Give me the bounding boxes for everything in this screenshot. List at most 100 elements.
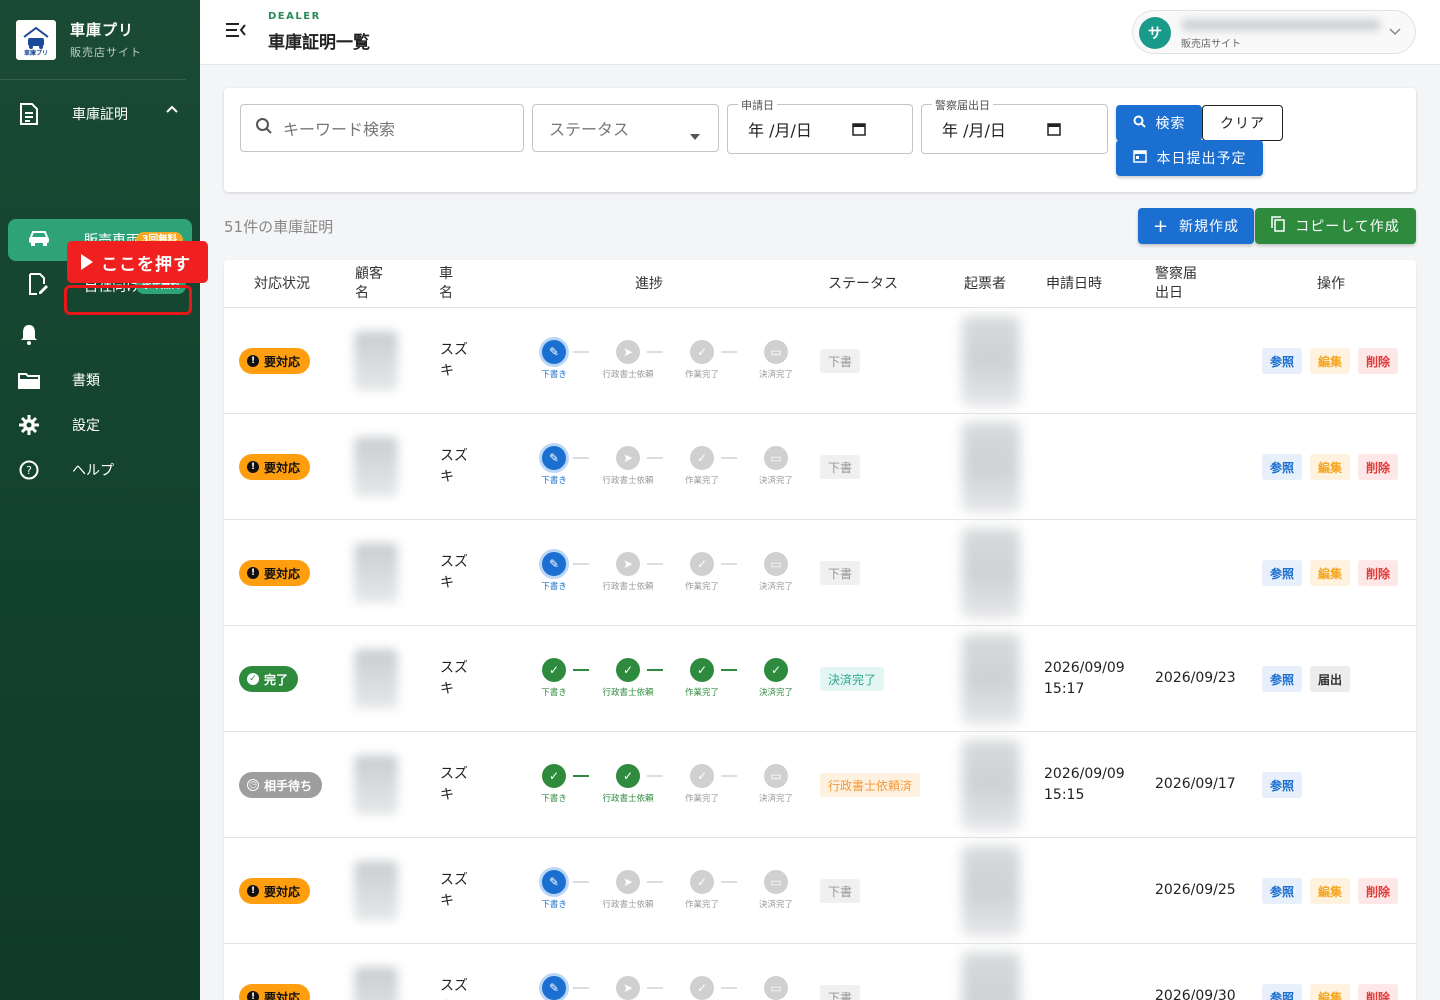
police-date-input[interactable]: 警察届出日 年 /月/日 [921, 97, 1108, 154]
svg-text:車庫プリ: 車庫プリ [24, 49, 48, 57]
progress-step: ▭決済完了 [741, 870, 811, 910]
progress-step: ✓作業完了 [667, 658, 737, 698]
top-header: DEALER 車庫証明一覧 サ 販売店サイト [200, 0, 1440, 65]
delete-button[interactable]: 削除 [1358, 984, 1399, 1000]
step-icon: ▭ [764, 340, 788, 364]
view-button[interactable]: 参照 [1262, 772, 1303, 798]
filter-panel: キーワード検索 ステータス 申請日 年 /月/日 警察届出日 年 /月/日 検索… [224, 88, 1416, 192]
col-header-response: 対応状況 [254, 275, 310, 292]
keyword-search-input[interactable]: キーワード検索 [240, 104, 524, 152]
table-row: ✓ 完了 スズキ ✓ 下書き ✓ 行政書士依頼 ✓ 作業完了 ✓ 決済完了 決済完了 2026/09/0… [224, 626, 1416, 732]
gear-icon [18, 414, 40, 436]
menu-collapse-icon[interactable] [226, 22, 246, 43]
col-header-apply-datetime: 申請日時 [1046, 275, 1102, 292]
step-icon: ✓ [690, 870, 714, 894]
view-button[interactable]: 参照 [1262, 666, 1303, 692]
step-connector [647, 775, 663, 777]
sidebar-item-help[interactable]: ? ヘルプ [0, 450, 200, 490]
chevron-up-icon[interactable] [166, 104, 178, 120]
user-menu[interactable]: サ 販売店サイト [1132, 10, 1416, 54]
step-icon: ✓ [542, 764, 566, 788]
car-name: スズキ [440, 766, 468, 803]
creator-redacted [962, 952, 1020, 1000]
progress-stepper: ✓ 下書き ✓ 行政書士依頼 ✓ 作業完了 ✓ 決済完了 [519, 658, 793, 698]
table-row: !要対応 スズキ ✎下書き➤行政書士依頼✓作業完了▭決済完了 下書 2026/09/30… [224, 944, 1416, 1000]
view-button[interactable]: 参照 [1262, 560, 1303, 586]
edit-document-icon [28, 273, 48, 299]
status-badge: 下書 [820, 879, 861, 903]
table-row: ! 要対応 スズキ ✎ 下書き ➤ 行政書士依頼 ✓ 作業完了 ▭ 決済完了 下書 参照 編集 削除 [224, 414, 1416, 520]
today-submission-button[interactable]: 本日提出予定 [1116, 140, 1263, 176]
progress-stepper: ✎下書き➤行政書士依頼✓作業完了▭決済完了 [519, 870, 793, 910]
step-icon: ➤ [616, 552, 640, 576]
view-button[interactable]: 参照 [1262, 348, 1303, 374]
step-connector [721, 563, 737, 565]
dropdown-arrow-icon [690, 125, 700, 144]
progress-step: ✎下書き [519, 446, 589, 486]
customer-name-redacted [354, 861, 398, 921]
delete-button[interactable]: 削除 [1358, 878, 1399, 904]
sidebar-item-documents[interactable]: 書類 [0, 360, 200, 400]
step-connector [573, 563, 589, 565]
status-badge: 下書 [820, 349, 861, 373]
edit-button[interactable]: 編集 [1310, 984, 1351, 1000]
sidebar-item-garage-cert[interactable]: 車庫証明 [0, 94, 200, 134]
clear-button[interactable]: クリア [1202, 105, 1283, 141]
chevron-down-icon [1389, 25, 1401, 40]
edit-button[interactable]: 編集 [1310, 348, 1351, 374]
view-button[interactable]: 参照 [1262, 454, 1303, 480]
delete-button[interactable]: 削除 [1358, 560, 1399, 586]
view-button[interactable]: 参照 [1262, 984, 1303, 1000]
step-connector [573, 351, 589, 353]
play-icon [81, 254, 93, 270]
response-status-pill: ! 要対応 [239, 454, 311, 480]
delete-button[interactable]: 削除 [1358, 348, 1399, 374]
result-count: 51件の車庫証明 [224, 218, 334, 236]
progress-stepper: ✎下書き➤行政書士依頼✓作業完了▭決済完了 [519, 552, 793, 592]
search-icon [255, 117, 273, 139]
step-connector [647, 669, 663, 671]
step-connector [573, 987, 589, 989]
customer-name-redacted [354, 437, 398, 497]
user-name-redacted [1181, 19, 1381, 31]
documents-highlight-box [64, 285, 192, 315]
status-dot-icon: ! [247, 991, 259, 1000]
progress-step: ✓ 決済完了 [741, 658, 811, 698]
response-status-pill: ! 要対応 [239, 984, 311, 1000]
edit-button[interactable]: 編集 [1310, 878, 1351, 904]
car-name: スズキ [440, 342, 468, 379]
step-icon: ✓ [690, 764, 714, 788]
breadcrumb: DEALER [268, 11, 321, 22]
search-button[interactable]: 検索 [1116, 105, 1202, 141]
car-name: スズキ [440, 554, 468, 591]
submit-button[interactable]: 届出 [1310, 666, 1351, 692]
table-row: ◷ 相手待ち スズキ ✓ 下書き ✓ 行政書士依頼 ✓ 作業完了 ▭ 決済完了 行政書士依頼済 2026… [224, 732, 1416, 838]
sidebar-item-settings[interactable]: 設定 [0, 405, 200, 445]
calendar-icon[interactable] [852, 121, 866, 140]
apply-date-input[interactable]: 申請日 年 /月/日 [727, 97, 913, 154]
avatar: サ [1139, 17, 1171, 49]
svg-text:?: ? [26, 464, 32, 477]
brand[interactable]: 車庫プリ 車庫プリ 販売店サイト [0, 0, 186, 80]
edit-button[interactable]: 編集 [1310, 454, 1351, 480]
step-connector [721, 669, 737, 671]
calendar-icon[interactable] [1047, 121, 1061, 140]
status-select[interactable]: ステータス [532, 104, 719, 152]
progress-step: ▭決済完了 [741, 446, 811, 486]
status-dot-icon: ◷ [247, 779, 259, 791]
certificate-table: 対応状況 顧客 名 車 名 進捗 ステータス 起票者 申請日時 警察届 出日 操… [224, 260, 1416, 1000]
copy-create-button[interactable]: コピーして作成 [1255, 208, 1416, 244]
click-here-callout: ここを押す [67, 241, 208, 283]
view-button[interactable]: 参照 [1262, 878, 1303, 904]
sidebar-item-notifications[interactable] [0, 314, 200, 354]
car-name: スズキ [440, 660, 468, 697]
car-name: スズキ [440, 872, 468, 909]
edit-button[interactable]: 編集 [1310, 560, 1351, 586]
delete-button[interactable]: 削除 [1358, 454, 1399, 480]
folder-icon [18, 369, 40, 391]
help-icon: ? [18, 459, 40, 481]
progress-step: ▭決済完了 [741, 340, 811, 380]
apply-datetime: 2026/09/09 15:17 [1044, 660, 1125, 697]
new-create-button[interactable]: + 新規作成 [1138, 208, 1254, 244]
col-header-police-date: 警察届 出日 [1155, 266, 1197, 301]
